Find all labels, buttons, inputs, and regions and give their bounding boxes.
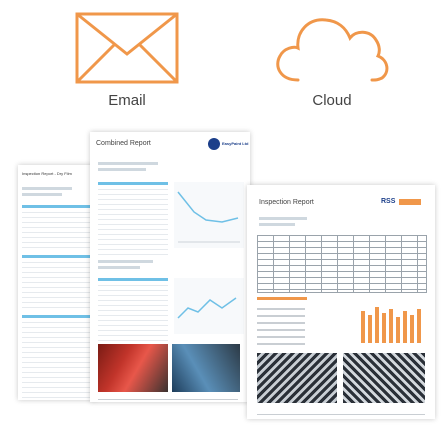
data-table — [22, 255, 90, 308]
logo-accent — [399, 199, 421, 205]
data-table — [98, 278, 168, 341]
text-line — [98, 168, 146, 171]
data-table — [257, 235, 427, 293]
data-table — [22, 205, 90, 248]
steel-structure-photo — [343, 353, 425, 403]
text-line — [98, 260, 153, 263]
text-line — [22, 187, 72, 190]
data-table — [257, 303, 305, 347]
envelope-icon[interactable] — [75, 12, 179, 84]
line-chart-thumbnail — [174, 278, 244, 334]
footer-text — [257, 409, 425, 415]
text-line — [22, 193, 62, 196]
text-line — [259, 217, 307, 220]
text-line — [259, 223, 295, 226]
report-title: Inspection Report — [259, 199, 314, 206]
report-preview-inspection[interactable]: Inspection Report RSS — [247, 185, 435, 419]
report-title: Inspection Report - Dry Film — [22, 171, 72, 176]
pipeline-photo — [98, 344, 168, 392]
company-logo — [208, 138, 220, 150]
cloud-icon[interactable] — [272, 10, 392, 86]
line-chart-thumbnail — [174, 182, 244, 248]
company-logo-text: RSS — [381, 198, 396, 205]
footer-text — [98, 394, 238, 400]
section-header — [257, 297, 307, 300]
text-line — [98, 162, 158, 165]
steel-structure-photo — [257, 353, 337, 403]
pipeline-photo — [172, 344, 240, 392]
company-name: EasyPaint Ltd — [222, 141, 249, 146]
bar-chart-thumbnail — [355, 297, 427, 347]
text-line — [98, 266, 140, 269]
report-preview-combined[interactable]: Combined Report EasyPaint Ltd — [90, 132, 250, 402]
cloud-label: Cloud — [312, 92, 352, 109]
report-title: Combined Report — [96, 140, 151, 147]
data-table — [22, 315, 90, 398]
report-preview-dry-film[interactable]: Inspection Report - Dry Film — [18, 165, 96, 400]
data-table — [98, 182, 168, 255]
email-label: Email — [108, 92, 146, 109]
